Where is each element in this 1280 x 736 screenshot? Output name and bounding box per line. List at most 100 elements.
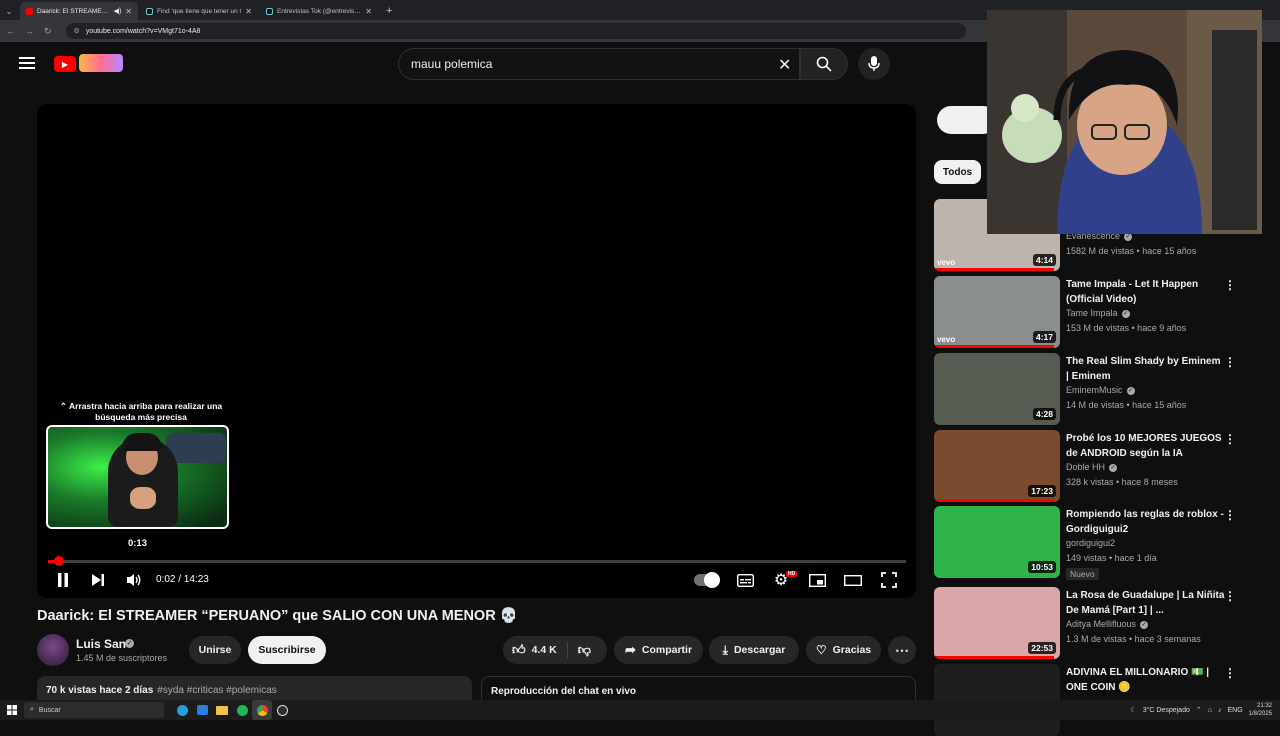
weather-text[interactable]: 3°C Despejado: [1143, 707, 1190, 714]
watched-progress: [934, 345, 1054, 348]
network-icon[interactable]: ⌂: [1208, 707, 1212, 714]
watched-progress: [934, 499, 1054, 502]
duration-badge: 10:53: [1028, 561, 1056, 573]
browser-tab-tiktok-entrevistas[interactable]: Entrevistas Tok (@entrevistastc ✕: [260, 2, 378, 20]
volume-icon: [127, 574, 141, 586]
voice-search-button[interactable]: [858, 48, 890, 80]
new-tab-icon[interactable]: +: [386, 2, 392, 20]
recommendation-title[interactable]: Tame Impala - Let It Happen (Official Vi…: [1066, 277, 1226, 307]
browser-tab-tiktok-find[interactable]: Find 'que tiene que tener un l ✕: [140, 2, 258, 20]
pause-icon: [58, 573, 68, 587]
progress-scrubber[interactable]: [54, 556, 64, 566]
taskbar-store-icon[interactable]: [192, 700, 212, 720]
taskbar-obs-icon[interactable]: [272, 700, 292, 720]
tab-close-icon[interactable]: ✕: [365, 7, 372, 16]
subtitles-button[interactable]: [735, 570, 755, 590]
tab-close-icon[interactable]: ✕: [245, 7, 252, 16]
recommendation-title[interactable]: ADIVINA EL MILLONARIO 💵 | ONE COIN 🪙: [1066, 665, 1226, 695]
more-vertical-icon[interactable]: ⋮: [1224, 278, 1236, 292]
vevo-watermark: vevo: [937, 335, 956, 344]
recommendation-item[interactable]: 17:23 Probé los 10 MEJORES JUEGOS de ANDR…: [934, 430, 1264, 502]
volume-tray-icon[interactable]: ♪: [1218, 707, 1222, 714]
duration-badge: 22:53: [1028, 642, 1056, 654]
autoplay-toggle[interactable]: [694, 572, 720, 588]
thumbs-down-icon[interactable]: 👎︎: [578, 642, 591, 658]
forward-icon[interactable]: →: [25, 26, 34, 36]
recommendation-channel[interactable]: Tame Impala ✓: [1066, 308, 1130, 318]
next-button[interactable]: [89, 570, 107, 590]
recommendation-item[interactable]: 10:53 Rompiendo las reglas de roblox - Go…: [934, 506, 1264, 580]
recommendation-thumbnail[interactable]: vevo 4:17: [934, 276, 1060, 348]
subscribe-button[interactable]: Suscribirse: [248, 636, 326, 664]
clock-time: 21:32: [1256, 703, 1272, 709]
taskbar-spotify-icon[interactable]: [232, 700, 252, 720]
search-button[interactable]: [800, 48, 848, 80]
search-value: mauu polemica: [411, 57, 493, 71]
back-icon[interactable]: ←: [6, 26, 15, 36]
recommendation-item[interactable]: 4:28 The Real Slim Shady by Eminem | Emin…: [934, 353, 1264, 425]
recommendation-title[interactable]: La Rosa de Guadalupe | La Niñita De Mamá…: [1066, 588, 1226, 618]
recommendation-channel-name: Tame Impala: [1066, 308, 1118, 318]
channel-avatar[interactable]: [37, 634, 69, 666]
more-vertical-icon[interactable]: ⋮: [1224, 589, 1236, 603]
youtube-logo-icon[interactable]: ▶: [54, 56, 76, 72]
recommendation-thumbnail[interactable]: 10:53: [934, 506, 1060, 578]
thanks-button[interactable]: ♡ Gracias: [806, 636, 881, 664]
search-input[interactable]: mauu polemica: [398, 48, 800, 80]
recommendation-thumbnail[interactable]: 22:53: [934, 587, 1060, 659]
recommendation-channel[interactable]: Aditya Mellifluous ✓: [1066, 619, 1149, 629]
recommendation-channel[interactable]: gordiguigui2: [1066, 538, 1115, 548]
taskbar-folder-icon[interactable]: [212, 700, 232, 720]
recommendation-channel-name: EminemMusic: [1066, 385, 1123, 395]
miniplayer-button[interactable]: [807, 570, 827, 590]
description-tags[interactable]: #syda #criticas #polemicas: [157, 685, 277, 696]
language-indicator[interactable]: ENG: [1227, 707, 1242, 714]
more-vertical-icon[interactable]: ⋮: [1224, 432, 1236, 446]
channel-name[interactable]: Luis San: [76, 637, 126, 651]
chip-all[interactable]: Todos: [934, 160, 981, 184]
recommendation-thumbnail[interactable]: 4:28: [934, 353, 1060, 425]
recommendation-thumbnail[interactable]: 17:23: [934, 430, 1060, 502]
recommendation-channel[interactable]: EminemMusic ✓: [1066, 385, 1135, 395]
tab-close-icon[interactable]: ✕: [125, 7, 132, 16]
chip-all-label: Todos: [942, 166, 973, 178]
taskbar-chrome-icon[interactable]: [252, 700, 272, 720]
taskbar-search[interactable]: ⌕ Buscar: [24, 702, 164, 718]
recommendation-title[interactable]: Rompiendo las reglas de roblox - Gordigu…: [1066, 507, 1226, 537]
windows-taskbar: ⌕ Buscar ☾ 3°C Despejado ⌃ ⌂ ♪ ENG 21:32…: [0, 700, 1280, 720]
taskbar-edge-icon[interactable]: [172, 700, 192, 720]
youtube-doodle-logo[interactable]: [79, 54, 123, 72]
clock[interactable]: 21:32 1/8/2025: [1249, 702, 1272, 718]
more-actions-button[interactable]: ⋯: [888, 636, 916, 664]
browser-tab-youtube[interactable]: Daarick: El STREAMER "PERU ◀) ✕: [20, 2, 138, 20]
more-vertical-icon[interactable]: ⋮: [1224, 355, 1236, 369]
like-button[interactable]: 👍︎ 4.4 K: [512, 642, 568, 658]
verified-icon: ✓: [1109, 463, 1118, 472]
recommendation-title[interactable]: Probé los 10 MEJORES JUEGOS de ANDROID s…: [1066, 431, 1226, 461]
url-field[interactable]: ⚙ youtube.com/watch?v=VMgt71o-4A8: [65, 23, 966, 39]
start-button[interactable]: [0, 700, 24, 720]
volume-button[interactable]: [124, 570, 144, 590]
seek-hint-text: ⌃ Arrastra hacia arriba para realizar un…: [59, 401, 223, 422]
tray-expand-icon[interactable]: ⌃: [1196, 706, 1202, 714]
progress-bar[interactable]: [48, 556, 906, 566]
recommendation-meta: 1582 M de vistas • hace 15 años: [1066, 246, 1197, 256]
reload-icon[interactable]: ↻: [44, 26, 52, 37]
menu-icon[interactable]: [19, 57, 35, 69]
fullscreen-button[interactable]: [879, 570, 899, 590]
join-button[interactable]: Unirse: [189, 636, 241, 664]
recommendation-channel[interactable]: Doble HH ✓: [1066, 462, 1118, 472]
pause-button[interactable]: [54, 570, 72, 590]
theater-mode-button[interactable]: [843, 570, 863, 590]
recommendation-item[interactable]: 22:53 La Rosa de Guadalupe | La Niñita De…: [934, 587, 1264, 659]
share-button[interactable]: ➦ Compartir: [614, 636, 703, 664]
more-vertical-icon[interactable]: ⋮: [1224, 666, 1236, 680]
clear-search-icon[interactable]: ✕: [778, 55, 791, 75]
download-button[interactable]: ⤓ Descargar: [709, 636, 799, 664]
more-vertical-icon[interactable]: ⋮: [1224, 508, 1236, 522]
recommendation-title[interactable]: The Real Slim Shady by Eminem | Eminem: [1066, 354, 1226, 384]
recommendation-item[interactable]: vevo 4:17 Tame Impala - Let It Happen (Off…: [934, 276, 1264, 348]
tab-search-icon[interactable]: ⌄: [0, 2, 18, 20]
watched-progress: [934, 656, 1054, 659]
site-info-icon[interactable]: ⚙: [74, 27, 80, 35]
